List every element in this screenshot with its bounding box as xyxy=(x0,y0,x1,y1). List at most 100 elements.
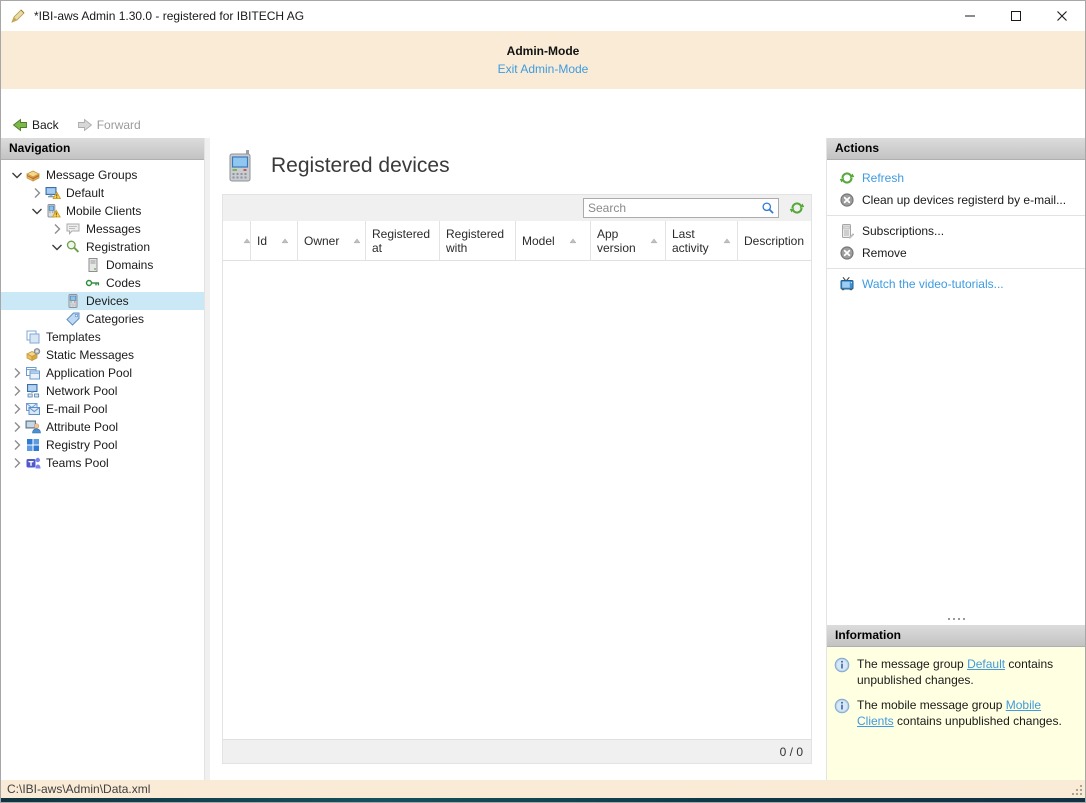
minimize-icon xyxy=(964,10,976,22)
tree-item-label: Mobile Clients xyxy=(66,204,141,218)
menu-item-1[interactable] xyxy=(29,98,47,102)
chevron-icon xyxy=(29,203,45,219)
nav-item-devices[interactable]: Devices xyxy=(1,292,204,310)
info-icon xyxy=(834,657,850,673)
tree-item-label: Devices xyxy=(86,294,129,308)
action-subscriptions[interactable]: Subscriptions... xyxy=(827,220,1085,242)
column-header-registered-with[interactable]: Registered with xyxy=(440,221,516,260)
tree-chevron[interactable] xyxy=(9,455,25,471)
nav-item-message-groups[interactable]: Message Groups xyxy=(1,166,204,184)
tree-chevron[interactable] xyxy=(9,167,25,183)
tree-chevron[interactable] xyxy=(9,383,25,399)
tree-item-icon xyxy=(25,401,41,417)
nav-item-default[interactable]: Default xyxy=(1,184,204,202)
forward-button[interactable]: Forward xyxy=(73,115,145,135)
info-item-mobile-clients: The mobile message group Mobile Clients … xyxy=(834,697,1078,729)
tree-item-label: Messages xyxy=(86,222,141,236)
nav-item-codes[interactable]: Codes xyxy=(1,274,204,292)
tree-item-label: Teams Pool xyxy=(46,456,109,470)
window-controls xyxy=(947,1,1085,31)
navigation-panel: Navigation Message Groups Default Mobile… xyxy=(1,138,205,780)
info-item-default: The message group Default contains unpub… xyxy=(834,656,1078,688)
tree-item-label: Static Messages xyxy=(46,348,134,362)
nav-item-domains[interactable]: Domains xyxy=(1,256,204,274)
nav-item-static-messages[interactable]: Static Messages xyxy=(1,346,204,364)
action-icon xyxy=(839,223,855,239)
action-clean-up-devices-registerd-by-e-mail[interactable]: Clean up devices registerd by e-mail... xyxy=(827,189,1085,211)
column-header-owner[interactable]: Owner xyxy=(298,221,366,260)
nav-item-categories[interactable]: Categories xyxy=(1,310,204,328)
tree-chevron[interactable] xyxy=(29,203,45,219)
nav-item-templates[interactable]: Templates xyxy=(1,328,204,346)
tree-item-icon xyxy=(65,293,81,309)
tree-chevron[interactable] xyxy=(9,419,25,435)
toolbar: Back Forward xyxy=(1,111,1085,138)
back-arrow-icon xyxy=(12,117,28,133)
column-header-model[interactable]: Model xyxy=(516,221,591,260)
nav-item-network-pool[interactable]: Network Pool xyxy=(1,382,204,400)
nav-item-application-pool[interactable]: Application Pool xyxy=(1,364,204,382)
tree-item-icon xyxy=(65,311,81,327)
tree-item-label: E-mail Pool xyxy=(46,402,107,416)
search-input[interactable] xyxy=(584,201,761,215)
tree-item-icon xyxy=(25,347,41,363)
chevron-icon xyxy=(49,221,65,237)
tree-chevron[interactable] xyxy=(9,437,25,453)
data-file-path: C:\IBI-aws\Admin\Data.xml xyxy=(7,782,150,796)
refresh-icon[interactable] xyxy=(789,200,805,216)
maximize-button[interactable] xyxy=(993,1,1039,31)
chevron-icon xyxy=(49,239,65,255)
table-footer: 0 / 0 xyxy=(223,739,811,763)
column-label: App version xyxy=(597,227,636,255)
actions-list: Refresh Clean up devices registerd by e-… xyxy=(827,160,1085,299)
action-remove[interactable]: Remove xyxy=(827,242,1085,264)
nav-item-e-mail-pool[interactable]: E-mail Pool xyxy=(1,400,204,418)
tree-item-icon xyxy=(65,239,81,255)
tree-chevron[interactable] xyxy=(9,401,25,417)
action-label: Clean up devices registerd by e-mail... xyxy=(862,193,1066,207)
action-icon xyxy=(839,276,855,292)
navigation-tree: Message Groups Default Mobile Clients Me… xyxy=(1,160,204,472)
menu-item-file[interactable] xyxy=(11,98,29,102)
exit-admin-mode-link[interactable]: Exit Admin-Mode xyxy=(498,62,589,76)
column-header-app-version[interactable]: App version xyxy=(591,221,666,260)
tree-item-label: Registry Pool xyxy=(46,438,117,452)
menu-bar xyxy=(1,89,1085,111)
horizontal-splitter[interactable] xyxy=(827,613,1085,625)
nav-item-messages[interactable]: Messages xyxy=(1,220,204,238)
tree-item-icon xyxy=(25,383,41,399)
nav-item-attribute-pool[interactable]: Attribute Pool xyxy=(1,418,204,436)
search-icon[interactable] xyxy=(761,201,775,215)
close-button[interactable] xyxy=(1039,1,1085,31)
tree-chevron[interactable] xyxy=(49,221,65,237)
tree-chevron[interactable] xyxy=(9,365,25,381)
nav-item-registration[interactable]: Registration xyxy=(1,238,204,256)
nav-item-teams-pool[interactable]: Teams Pool xyxy=(1,454,204,472)
action-watch-the-video-tutorials[interactable]: Watch the video-tutorials... xyxy=(827,273,1085,295)
search-box xyxy=(583,198,779,218)
tree-chevron[interactable] xyxy=(29,185,45,201)
column-label: Model xyxy=(522,234,555,248)
column-header-description[interactable]: Description xyxy=(738,221,811,260)
content-area: Navigation Message Groups Default Mobile… xyxy=(1,138,1085,780)
action-refresh[interactable]: Refresh xyxy=(827,167,1085,189)
nav-item-mobile-clients[interactable]: Mobile Clients xyxy=(1,202,204,220)
resize-grip[interactable] xyxy=(1070,783,1084,797)
column-header-0[interactable] xyxy=(223,221,251,260)
column-header-registered-at[interactable]: Registered at xyxy=(366,221,440,260)
minimize-button[interactable] xyxy=(947,1,993,31)
info-link[interactable]: Default xyxy=(967,657,1005,671)
app-pen-icon xyxy=(10,8,26,24)
app-window: *IBI-aws Admin 1.30.0 - registered for I… xyxy=(0,0,1086,803)
tree-item-icon xyxy=(25,419,41,435)
column-label: Id xyxy=(257,234,267,248)
tree-item-icon xyxy=(25,365,41,381)
column-header-last-activity[interactable]: Last activity xyxy=(666,221,738,260)
tree-item-icon xyxy=(85,275,101,291)
nav-item-registry-pool[interactable]: Registry Pool xyxy=(1,436,204,454)
tree-chevron[interactable] xyxy=(49,239,65,255)
chevron-icon xyxy=(29,185,45,201)
back-button[interactable]: Back xyxy=(8,115,63,135)
action-icon xyxy=(839,170,855,186)
column-header-id[interactable]: Id xyxy=(251,221,298,260)
